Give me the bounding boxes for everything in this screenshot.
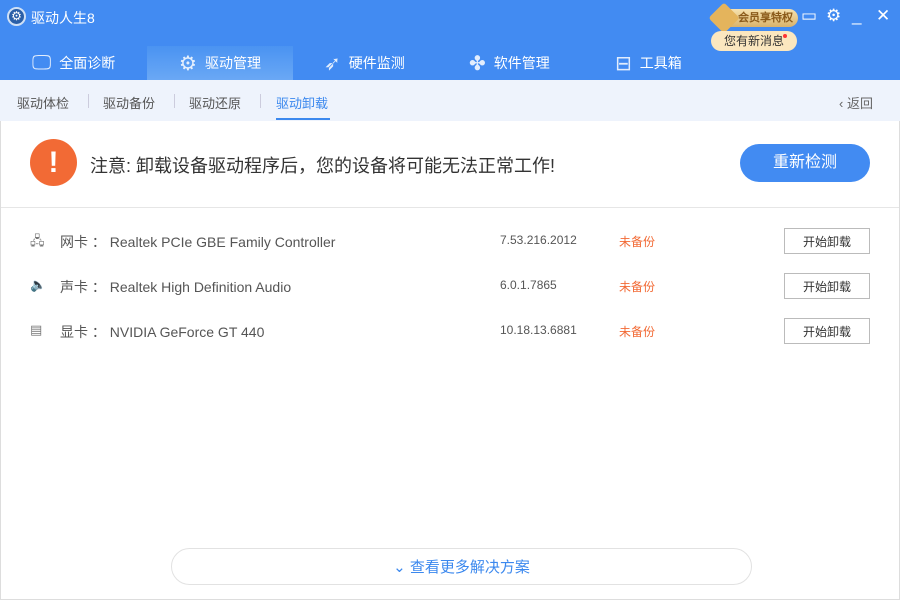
tab-label: 软件管理	[493, 55, 550, 71]
minimize-icon[interactable]: _	[852, 6, 861, 26]
vip-badge-icon	[708, 2, 740, 34]
settings-icon[interactable]: ⚙	[826, 6, 841, 26]
divider	[88, 94, 89, 108]
chevron-left-icon: ‹	[839, 96, 847, 111]
driver-name: 网卡 ： Realtek PCIe GBE Family Controller	[60, 234, 336, 250]
backup-status: 未备份	[619, 235, 656, 249]
more-solutions-button[interactable]: ⌄ 查看更多解决方案	[171, 548, 752, 585]
back-button[interactable]: ‹ 返回	[839, 93, 873, 112]
close-icon[interactable]: ✕	[876, 6, 890, 26]
tab-driver-manage[interactable]: ⚙ 驱动管理	[147, 46, 293, 80]
app-title: 驱动人生8	[31, 10, 95, 26]
monitor-icon: 🖵	[32, 51, 52, 74]
message-label: 您有新消息	[723, 34, 784, 48]
vip-label: 会员享特权	[738, 12, 793, 24]
unread-dot-icon	[783, 34, 787, 38]
subtab-backup[interactable]: 驱动备份	[103, 93, 155, 112]
driver-row: 🔈 声卡 ： Realtek High Definition Audio 6.0…	[0, 273, 900, 299]
title-bar: ⚙ 驱动人生8 会员享特权 您有新消息 ▭ ⚙ _ ✕ 🖵 全面诊断 ⚙ 驱动管理 …	[0, 0, 900, 80]
uninstall-button[interactable]: 开始卸载	[784, 318, 870, 344]
tab-label: 工具箱	[639, 55, 682, 71]
graphics-card-icon: ▤	[30, 322, 43, 337]
tab-software[interactable]: ✤ 软件管理	[469, 46, 550, 80]
uninstall-button[interactable]: 开始卸载	[784, 228, 870, 254]
back-label: 返回	[846, 96, 873, 111]
tab-diagnose[interactable]: 🖵 全面诊断	[32, 46, 115, 80]
new-message-bubble[interactable]: 您有新消息	[711, 31, 797, 51]
divider	[260, 94, 261, 108]
driver-row: ▤ 显卡 ： NVIDIA GeForce GT 440 10.18.13.68…	[0, 318, 900, 344]
subtab-restore[interactable]: 驱动还原	[189, 93, 241, 112]
warning-icon: !	[30, 139, 77, 186]
driver-row: 🖧 网卡 ： Realtek PCIe GBE Family Controlle…	[0, 228, 900, 254]
rocket-icon: ➶	[324, 52, 341, 75]
subtab-uninstall[interactable]: 驱动卸载	[276, 93, 328, 112]
driver-name: 显卡 ： NVIDIA GeForce GT 440	[60, 324, 265, 340]
chevron-down-icon: ⌄	[393, 559, 410, 576]
window-border	[0, 121, 1, 600]
rescan-button[interactable]: 重新检测	[740, 144, 870, 182]
tab-label: 驱动管理	[204, 55, 261, 71]
sub-nav: 驱动体检 驱动备份 驱动还原 驱动卸载 ‹ 返回	[0, 80, 900, 121]
gear-icon: ⚙	[179, 52, 197, 75]
subtab-check[interactable]: 驱动体检	[17, 93, 69, 112]
more-label: 查看更多解决方案	[409, 559, 530, 576]
feedback-icon[interactable]: ▭	[801, 6, 817, 26]
driver-name: 声卡 ： Realtek High Definition Audio	[60, 279, 292, 295]
driver-version: 10.18.13.6881	[500, 323, 577, 337]
backup-status: 未备份	[619, 325, 656, 339]
divider	[0, 207, 900, 208]
uninstall-button[interactable]: 开始卸载	[784, 273, 870, 299]
toolbox-icon: ⊟	[615, 52, 632, 75]
speaker-icon: 🔈	[30, 277, 47, 292]
tab-hardware[interactable]: ➶ 硬件监测	[324, 46, 405, 80]
tab-label: 硬件监测	[348, 55, 405, 71]
network-card-icon: 🖧	[30, 233, 45, 248]
driver-version: 6.0.1.7865	[500, 278, 557, 292]
driver-version: 7.53.216.2012	[500, 233, 577, 247]
divider	[174, 94, 175, 108]
backup-status: 未备份	[619, 280, 656, 294]
apps-icon: ✤	[469, 52, 486, 75]
vip-button[interactable]: 会员享特权	[708, 2, 798, 34]
tab-toolbox[interactable]: ⊟ 工具箱	[615, 46, 682, 80]
warning-text: 注意: 卸载设备驱动程序后，您的设备将可能无法正常工作!	[90, 156, 556, 176]
active-tab-underline	[276, 118, 330, 120]
tab-label: 全面诊断	[59, 55, 116, 71]
app-logo-icon: ⚙	[7, 7, 26, 26]
